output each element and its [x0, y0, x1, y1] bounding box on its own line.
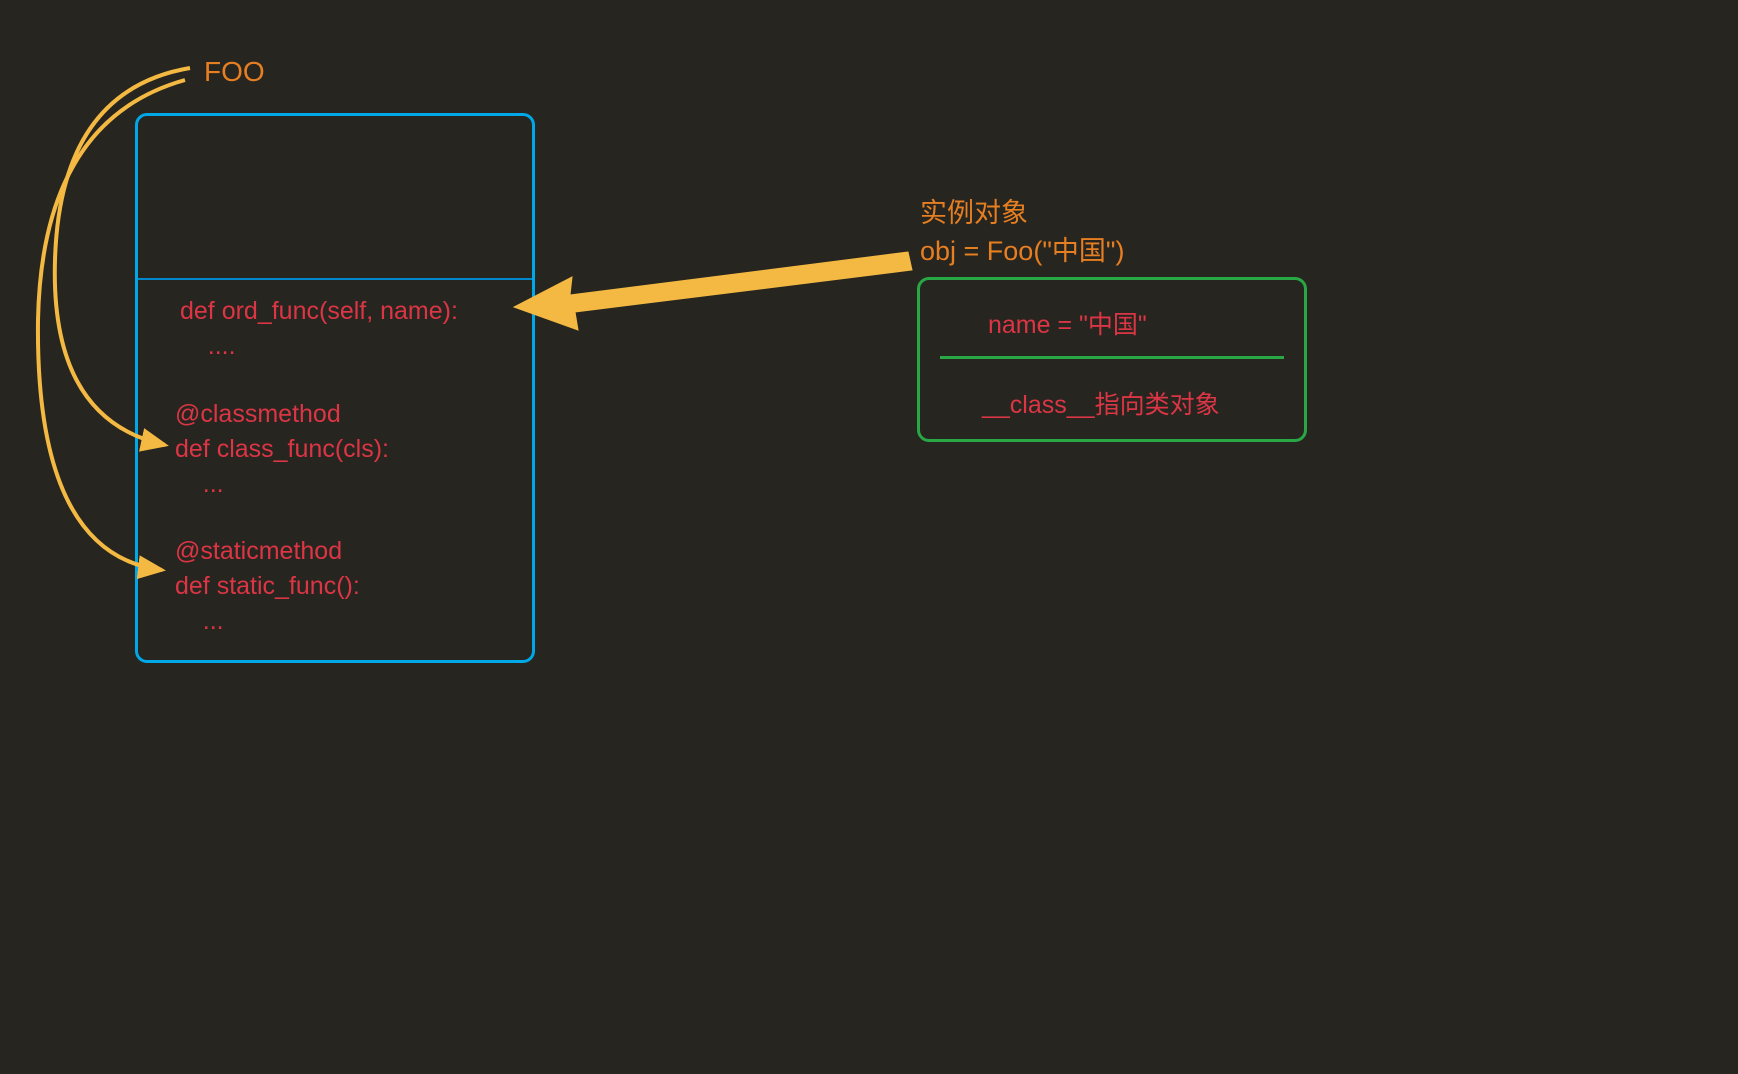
instance-container: name = "中国" __class__指向类对象 — [917, 277, 1307, 442]
instance-object-label: 实例对象 obj = Foo("中国") — [920, 195, 1124, 271]
static-func-definition: @staticmethod def static_func(): ... — [175, 534, 360, 639]
instance-name-attr: name = "中国" — [988, 305, 1147, 341]
instance-to-ordfunc-arrow — [514, 252, 912, 330]
instance-divider — [940, 356, 1284, 359]
foo-class-label: FOO — [204, 56, 265, 88]
ord-func-definition: def ord_func(self, name): .... — [180, 294, 458, 364]
instance-class-ref: __class__指向类对象 — [982, 385, 1220, 421]
class-header-divider — [138, 278, 532, 280]
class-func-definition: @classmethod def class_func(cls): ... — [175, 397, 389, 502]
